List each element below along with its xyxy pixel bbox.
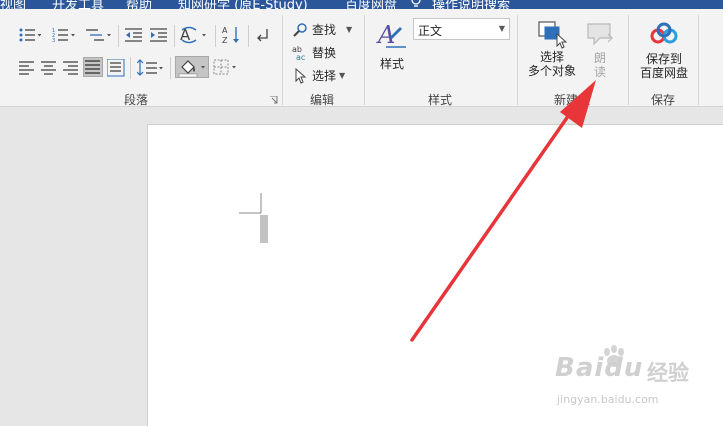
baidu-jingyan-watermark: Baidu 经验 jingyan.baidu.com [555,345,715,415]
watermark-cn: 经验 [647,361,689,385]
watermark-logo: Baidu [555,353,644,383]
watermark-url: jingyan.baidu.com [557,393,659,406]
